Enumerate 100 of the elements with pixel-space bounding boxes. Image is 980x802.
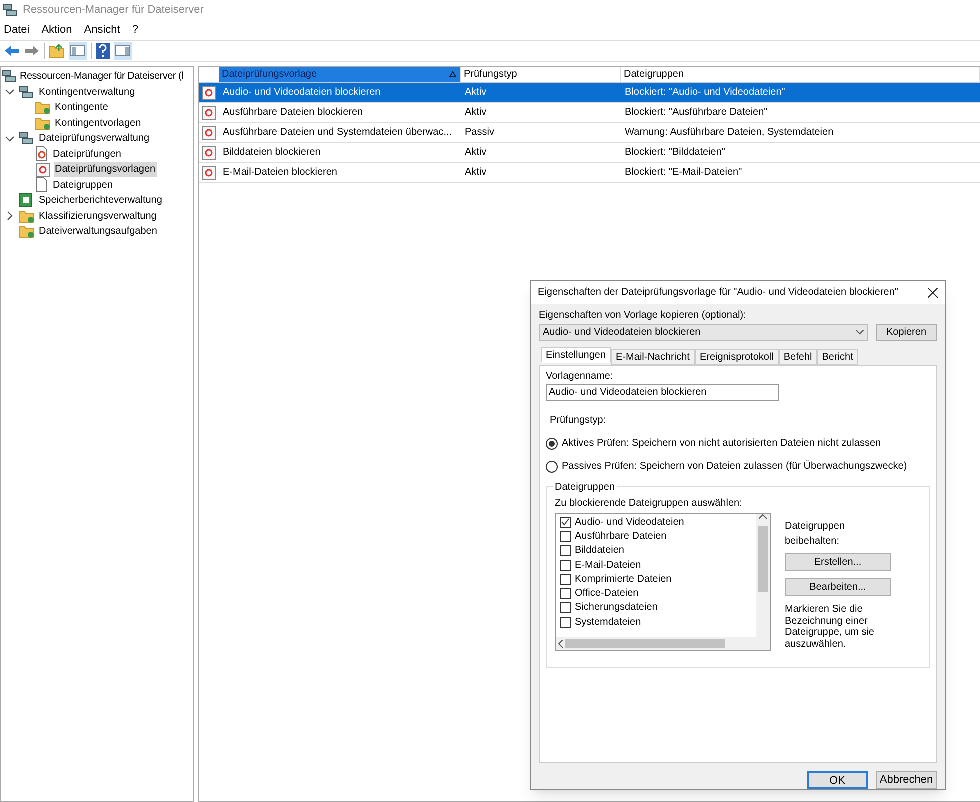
table-cell-text: Passiv — [464, 126, 496, 140]
table-cell-text: Blockiert: "E-Mail-Dateien" — [624, 166, 744, 180]
copy-button[interactable]: Kopieren — [876, 324, 937, 341]
folder-up-icon[interactable] — [49, 43, 65, 59]
server-icon — [19, 131, 35, 146]
tree-item[interactable]: Dateiprüfungsvorlagen — [54, 162, 157, 178]
dialog-button[interactable]: OK — [807, 771, 868, 789]
close-icon[interactable] — [928, 288, 938, 298]
menu-item[interactable]: Datei — [4, 22, 30, 38]
hint-text: Markieren Sie die Bezeichnung einer Dateigruppe, um sie auszuwählen. — [785, 604, 876, 650]
dialog-tab[interactable]: Ereignisprotokoll — [694, 349, 779, 365]
table-cell-text: Warnung: Ausführbare Dateien, Systemdateien — [624, 126, 835, 140]
tree-item[interactable]: Dateigruppen — [52, 178, 114, 193]
document-icon — [35, 177, 49, 194]
file-group-checkbox[interactable]: Office-Dateien — [560, 586, 756, 601]
template-icon — [201, 124, 217, 140]
table-cell-text: E-Mail-Dateien blockieren — [222, 166, 338, 180]
table-cell-text: Ausführbare Dateien blockieren — [222, 106, 364, 120]
create-button[interactable]: Erstellen... — [785, 553, 891, 571]
folder-icon — [19, 224, 35, 240]
file-group-checkbox[interactable]: Audio- und Videodateien — [560, 515, 756, 530]
table-row[interactable]: Ausführbare Dateien blockieren Aktiv Blockiert: "Ausführbare Dateien" — [199, 103, 980, 123]
type-label: Prüfungstyp: — [550, 414, 608, 428]
table-row[interactable]: E-Mail-Dateien blockieren Aktiv Blockiert: "E-Mail-Dateien" — [199, 163, 980, 183]
template-dropdown[interactable]: Audio- und Videodateien blockieren — [539, 324, 868, 341]
tree-item[interactable]: Dateiprüfungen — [52, 146, 122, 162]
template-icon — [201, 84, 217, 100]
file-group-checkbox[interactable]: Bilddateien — [560, 544, 756, 558]
tree-item[interactable]: Kontingente — [54, 100, 110, 116]
dialog-title: Eigenschaften der Dateiprüfungsvorlage für "Audio- und Videodateien blockieren" — [538, 286, 898, 300]
template-icon — [201, 104, 217, 120]
radio-option[interactable]: Aktives Prüfen: Speichern von nicht autorisierten Dateien nicht zulassen — [546, 436, 930, 451]
dialog-tab[interactable]: Bericht — [817, 349, 858, 365]
template-name-field[interactable]: Audio- und Videodateien blockieren — [546, 384, 779, 401]
file-group-checkbox[interactable]: Systemdateien — [560, 615, 756, 630]
sort-indicator-icon — [449, 71, 457, 78]
scroll-up-icon[interactable] — [759, 514, 767, 519]
dialog-tab[interactable]: Befehl — [778, 349, 818, 365]
table-cell-text: Blockiert: "Bilddateien" — [624, 146, 726, 160]
expanded-chevron-icon[interactable] — [5, 87, 15, 98]
table-cell-text: Audio- und Videodateien blockieren — [222, 86, 382, 100]
window-title: Ressourcen-Manager für Dateiserver — [23, 2, 204, 18]
blocked-document-icon — [35, 146, 49, 162]
dialog-button[interactable]: Abbrechen — [876, 771, 937, 789]
menu-item[interactable]: Aktion — [42, 22, 72, 38]
manage-label: Dateigruppen beibehalten: — [785, 520, 846, 549]
tree-item[interactable]: Kontingentverwaltung — [38, 84, 136, 100]
file-group-checkbox[interactable]: Ausführbare Dateien — [560, 529, 756, 544]
table-row[interactable]: Bilddateien blockieren Aktiv Blockiert: "Bilddateien" — [199, 143, 980, 163]
action-pane-icon[interactable] — [114, 42, 132, 60]
tree-item[interactable]: Ressourcen-Manager für Dateiserver (l — [20, 69, 184, 84]
table-cell-text: Aktiv — [464, 86, 488, 100]
back-arrow-icon[interactable] — [4, 44, 20, 58]
name-label: Vorlagenname: — [546, 370, 614, 384]
folder-icon — [19, 208, 35, 224]
forward-arrow-icon[interactable] — [24, 44, 40, 58]
group-title: Dateigruppen — [553, 480, 618, 495]
file-group-checkbox[interactable]: Sicherungsdateien — [560, 600, 756, 616]
vertical-scrollbar[interactable] — [756, 514, 770, 637]
help-icon[interactable] — [96, 43, 110, 59]
table-row[interactable]: Ausführbare Dateien und Systemdateien überwac... Passiv Warnung: Ausführbare Dateien, Systemdateien — [199, 123, 980, 143]
horizontal-scrollbar[interactable] — [556, 637, 770, 650]
menu-item[interactable]: ? — [132, 22, 138, 38]
file-group-checkbox[interactable]: Komprimierte Dateien — [560, 572, 756, 586]
file-group-checkbox[interactable]: E-Mail-Dateien — [560, 558, 756, 572]
menu-item[interactable]: Ansicht — [84, 22, 120, 38]
radio-option[interactable]: Passives Prüfen: Speichern von Dateien zulassen (für Überwachungszwecke) — [546, 459, 930, 474]
server-icon — [3, 2, 19, 18]
column-header[interactable]: Dateiprüfungsvorlage — [219, 67, 461, 82]
table-cell-text: Aktiv — [464, 106, 488, 120]
pane-toggle-icon[interactable] — [69, 42, 87, 60]
copy-label: Eigenschaften von Vorlage kopieren (optional): — [539, 309, 748, 323]
expanded-chevron-icon[interactable] — [5, 134, 15, 144]
tree-item[interactable]: Dateiverwaltungsaufgaben — [38, 224, 158, 240]
collapsed-chevron-icon[interactable] — [5, 211, 15, 222]
table-row[interactable]: Audio- und Videodateien blockieren Aktiv Blockiert: "Audio- und Videodateien" — [199, 83, 980, 103]
table-cell-text: Aktiv — [464, 146, 488, 160]
tree-item[interactable]: Klassifizierungsverwaltung — [38, 208, 158, 224]
dialog-tab[interactable]: E-Mail-Nachricht — [611, 349, 695, 365]
table-cell-text: Ausführbare Dateien und Systemdateien überwac... — [222, 126, 454, 140]
column-header[interactable]: Prüfungstyp — [461, 67, 621, 82]
server-icon — [2, 69, 18, 84]
tree-item[interactable]: Speicherberichteverwaltung — [38, 193, 164, 208]
table-cell-text: Bilddateien blockieren — [222, 146, 322, 160]
checkmark-icon — [561, 518, 570, 527]
table-cell-text: Blockiert: "Audio- und Videodateien" — [624, 86, 786, 100]
column-header[interactable]: Dateigruppen — [621, 67, 980, 82]
template-icon — [201, 164, 217, 180]
tree-item[interactable]: Kontingentvorlagen — [54, 116, 142, 131]
tree-item[interactable]: Dateiprüfungsverwaltung — [38, 131, 151, 146]
server-icon — [19, 84, 35, 100]
edit-button[interactable]: Bearbeiten... — [785, 578, 891, 596]
dialog-tab[interactable]: Einstellungen — [541, 347, 612, 363]
report-icon — [19, 192, 35, 209]
folder-icon — [35, 116, 51, 131]
scroll-left-icon[interactable] — [558, 640, 563, 648]
list-label: Zu blockierende Dateigruppen auswählen: — [555, 498, 742, 509]
table-cell-text: Aktiv — [464, 166, 488, 180]
dropdown-caret-icon — [856, 330, 864, 335]
template-icon — [35, 162, 51, 178]
